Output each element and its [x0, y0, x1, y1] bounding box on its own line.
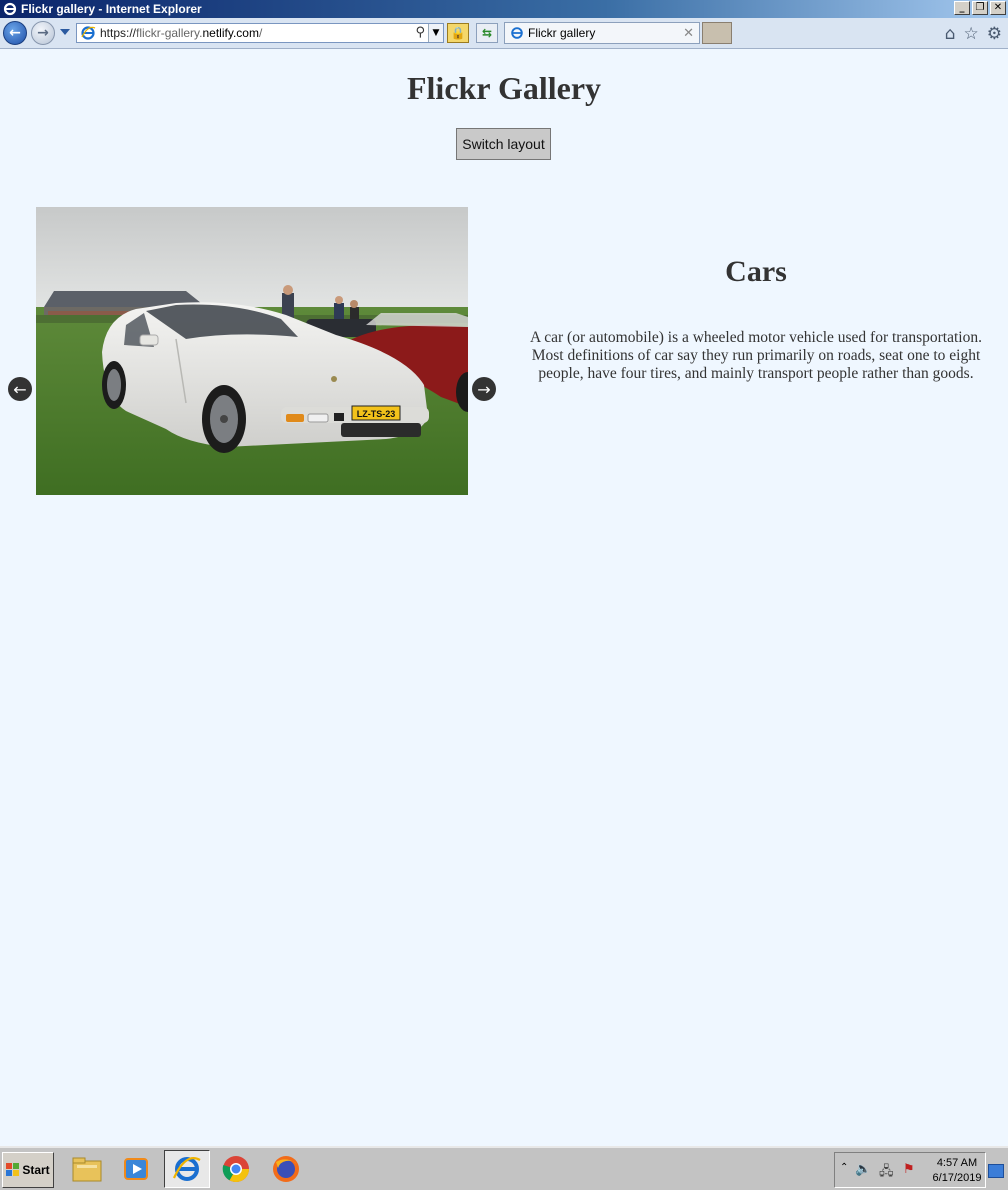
window-title-bar: Flickr gallery - Internet Explorer _ ❐ ✕: [0, 0, 1008, 18]
windows-logo-icon: [6, 1163, 20, 1176]
tab-label: Flickr gallery: [528, 26, 596, 40]
restore-button[interactable]: ❐: [972, 1, 988, 15]
chrome-icon: [222, 1156, 250, 1183]
close-window-button[interactable]: ✕: [990, 1, 1006, 15]
folder-icon: [72, 1157, 102, 1182]
system-tray: ⌃ 🔈 🖧 ⚑ 4:57 AM 6/17/2019: [834, 1152, 986, 1188]
firefox-icon: [273, 1156, 299, 1182]
network-icon[interactable]: 🖧: [879, 1162, 894, 1184]
window-title: Flickr gallery - Internet Explorer: [21, 2, 202, 16]
license-plate-text: LZ-TS-23: [357, 409, 396, 419]
ie-logo-icon: [3, 2, 17, 16]
taskbar-firefox[interactable]: [263, 1150, 309, 1188]
right-arrow-icon: →: [477, 379, 491, 399]
page-title: Flickr Gallery: [406, 70, 602, 106]
info-description: A car (or automobile) is a wheeled motor…: [530, 329, 982, 382]
minimize-button[interactable]: _: [954, 1, 970, 15]
home-icon[interactable]: ⌂: [945, 24, 956, 44]
taskbar-internet-explorer[interactable]: [164, 1150, 210, 1188]
ie-page-icon: [81, 26, 96, 40]
car-photo-illustration: LZ-TS-23: [36, 207, 468, 495]
url-subdomain: flickr-gallery.: [136, 26, 203, 40]
show-hidden-icons-icon[interactable]: ⌃: [840, 1162, 848, 1173]
media-player-icon: [124, 1158, 148, 1180]
forward-button[interactable]: →: [31, 21, 55, 45]
address-bar[interactable]: https://flickr-gallery. netlify.com / ⚲ ▼: [76, 23, 444, 43]
start-button[interactable]: Start: [2, 1152, 54, 1188]
url-path: /: [258, 26, 263, 40]
forward-arrow-icon: →: [37, 25, 49, 41]
ie-tab-icon: [511, 27, 523, 39]
tab-flickr-gallery[interactable]: Flickr gallery ✕: [504, 22, 700, 44]
clock-time: 4:57 AM: [936, 1157, 978, 1169]
taskbar-chrome[interactable]: [213, 1150, 259, 1188]
settings-gear-icon[interactable]: ⚙: [987, 24, 1002, 44]
clock-date: 6/17/2019: [932, 1172, 982, 1184]
refresh-icon[interactable]: ⇆: [476, 23, 498, 43]
taskbar-media-player[interactable]: [113, 1150, 159, 1188]
history-dropdown-icon[interactable]: [60, 29, 70, 35]
clock[interactable]: 4:57 AM 6/17/2019: [931, 1156, 983, 1186]
lock-icon[interactable]: 🔒: [447, 23, 469, 43]
url-domain: netlify.com: [202, 26, 259, 40]
search-icon[interactable]: ⚲: [415, 25, 425, 40]
next-arrow-button[interactable]: →: [472, 377, 496, 401]
show-desktop-button[interactable]: [988, 1164, 1004, 1178]
action-center-icon[interactable]: ⚑: [903, 1162, 915, 1177]
taskbar: Start ⌃ 🔈 🖧 ⚑ 4:57 AM 6/17/2019: [0, 1146, 1008, 1190]
ie-icon: [173, 1157, 201, 1181]
info-title: Cars: [725, 255, 787, 288]
url-scheme: https://: [100, 26, 137, 40]
browser-navbar: ← → https://flickr-gallery. netlify.com / …: [0, 18, 1008, 49]
back-button[interactable]: ←: [3, 21, 27, 45]
new-tab-button[interactable]: [702, 22, 732, 44]
back-arrow-icon: ←: [9, 25, 21, 41]
close-tab-icon[interactable]: ✕: [683, 26, 694, 41]
address-dropdown-icon[interactable]: ▼: [428, 24, 443, 42]
favorites-star-icon[interactable]: ☆: [964, 24, 979, 44]
previous-arrow-button[interactable]: ←: [8, 377, 32, 401]
switch-layout-button[interactable]: Switch layout: [456, 128, 551, 160]
start-label: Start: [22, 1163, 50, 1177]
volume-icon[interactable]: 🔈: [855, 1162, 871, 1177]
gallery-photo: LZ-TS-23: [36, 207, 468, 495]
left-arrow-icon: ←: [13, 379, 27, 399]
taskbar-file-explorer[interactable]: [64, 1150, 110, 1188]
